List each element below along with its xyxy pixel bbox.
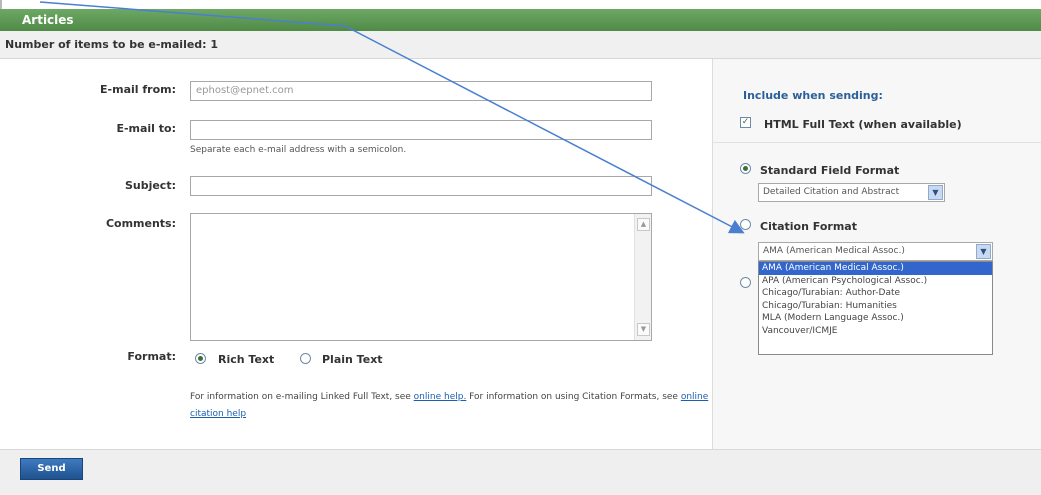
include-when-sending-title: Include when sending:: [743, 89, 883, 102]
items-count-bar: Number of items to be e-mailed: 1: [0, 31, 1041, 59]
help-info: For information on e-mailing Linked Full…: [190, 389, 720, 423]
dropdown-option[interactable]: Chicago/Turabian: Author-Date: [759, 287, 992, 300]
scroll-up-icon[interactable]: ▲: [637, 218, 650, 231]
send-button[interactable]: Send: [20, 458, 83, 480]
subject-label: Subject:: [124, 179, 176, 192]
help-info-text-2: For information on using Citation Format…: [466, 392, 681, 402]
email-from-input[interactable]: ephost@epnet.com: [190, 81, 652, 101]
citation-format-dropdown[interactable]: AMA (American Medical Assoc.) APA (Ameri…: [758, 261, 993, 355]
email-articles-panel: Articles Number of items to be e-mailed:…: [0, 0, 1041, 495]
dropdown-option[interactable]: APA (American Psychological Assoc.): [759, 275, 992, 288]
format-label: Format:: [127, 350, 176, 363]
section-title: Articles: [22, 13, 74, 27]
comments-scrollbar[interactable]: ▲ ▼: [634, 214, 651, 340]
citation-format-label[interactable]: Citation Format: [760, 220, 857, 233]
dropdown-option[interactable]: Vancouver/ICMJE: [759, 325, 992, 338]
chevron-down-icon[interactable]: ▼: [928, 185, 943, 200]
html-full-text-checkbox[interactable]: ✓: [740, 117, 751, 128]
scroll-down-icon[interactable]: ▼: [637, 323, 650, 336]
citation-format-select[interactable]: AMA (American Medical Assoc.) ▼: [758, 242, 993, 261]
citation-format-radio[interactable]: [740, 219, 751, 230]
rich-text-label[interactable]: Rich Text: [218, 353, 274, 366]
email-to-label: E-mail to:: [116, 122, 176, 135]
email-to-input[interactable]: [190, 120, 652, 140]
dropdown-option[interactable]: MLA (Modern Language Assoc.): [759, 312, 992, 325]
dropdown-option[interactable]: Chicago/Turabian: Humanities: [759, 300, 992, 313]
help-info-text-1: For information on e-mailing Linked Full…: [190, 392, 414, 402]
footer-bar: Send: [0, 449, 1041, 495]
standard-field-format-select[interactable]: Detailed Citation and Abstract ▼: [758, 183, 945, 202]
html-full-text-label[interactable]: HTML Full Text (when available): [764, 118, 962, 131]
standard-field-format-value: Detailed Citation and Abstract: [763, 187, 900, 197]
plain-text-label[interactable]: Plain Text: [322, 353, 383, 366]
email-to-hint: Separate each e-mail address with a semi…: [190, 145, 407, 155]
standard-field-format-radio[interactable]: [740, 163, 751, 174]
items-count-text: Number of items to be e-mailed: 1: [5, 38, 219, 51]
plain-text-radio[interactable]: [300, 353, 311, 364]
email-from-value: ephost@epnet.com: [196, 85, 294, 96]
comments-textarea[interactable]: ▲ ▼: [190, 213, 652, 341]
comments-label: Comments:: [105, 217, 176, 230]
standard-field-format-label[interactable]: Standard Field Format: [760, 164, 899, 177]
section-header: Articles: [0, 9, 1041, 31]
subject-input[interactable]: [190, 176, 652, 196]
options-divider: [712, 142, 1041, 143]
citation-format-value: AMA (American Medical Assoc.): [763, 246, 905, 256]
online-help-link[interactable]: online help.: [414, 392, 467, 402]
dropdown-option[interactable]: AMA (American Medical Assoc.): [759, 262, 992, 275]
email-from-label: E-mail from:: [100, 83, 176, 96]
chevron-down-icon[interactable]: ▼: [976, 244, 991, 259]
rich-text-radio[interactable]: [195, 353, 206, 364]
third-format-radio[interactable]: [740, 277, 751, 288]
